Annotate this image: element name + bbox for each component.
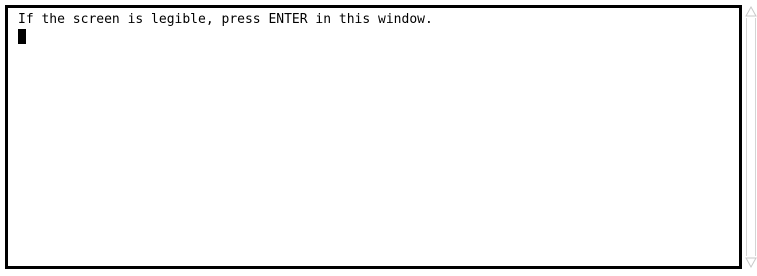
terminal-text-area[interactable]: If the screen is legible, press ENTER in…: [5, 5, 742, 269]
terminal-window: If the screen is legible, press ENTER in…: [0, 0, 757, 276]
text-cursor: [18, 29, 26, 44]
scroll-track[interactable]: [746, 18, 756, 256]
terminal-prompt-text: If the screen is legible, press ENTER in…: [18, 12, 433, 27]
scroll-up-arrow-icon[interactable]: [745, 5, 757, 18]
vertical-scrollbar[interactable]: [745, 5, 757, 269]
scroll-down-arrow-icon[interactable]: [745, 256, 757, 269]
